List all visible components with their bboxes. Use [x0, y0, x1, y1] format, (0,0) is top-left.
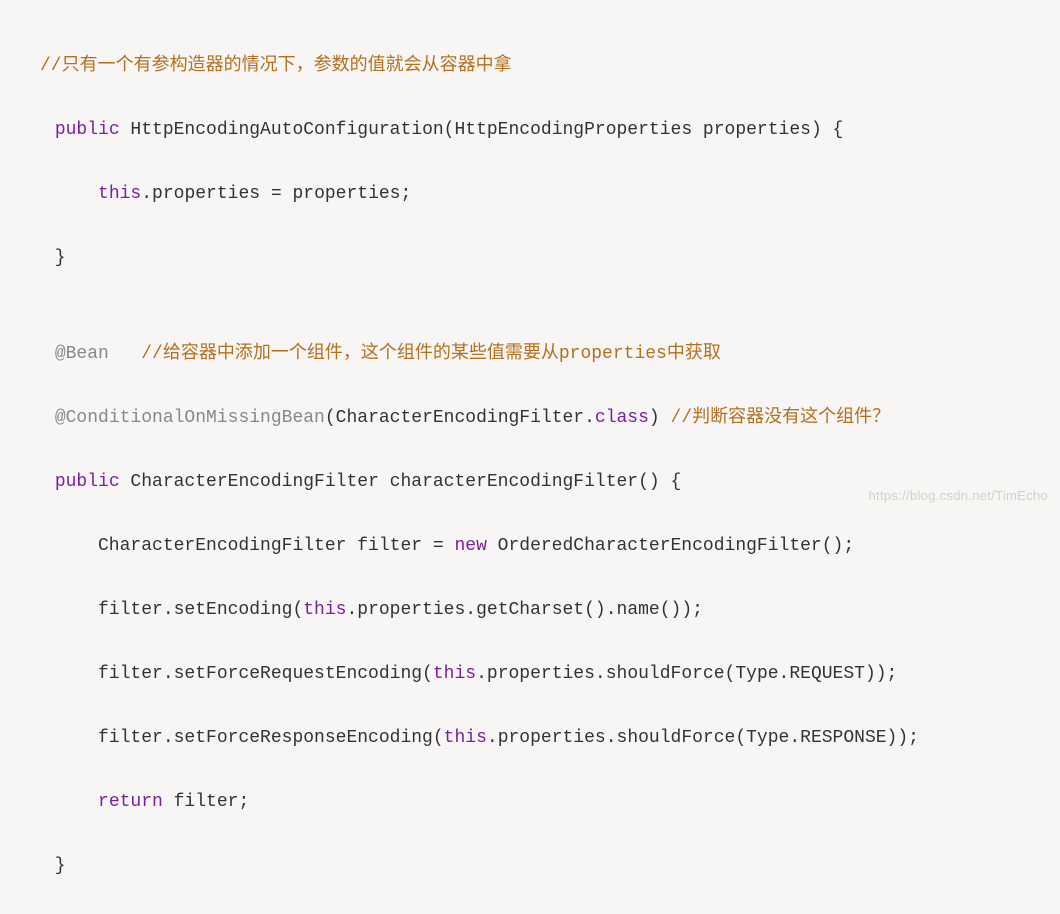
keyword: this [98, 184, 141, 204]
code-line: } [0, 850, 1060, 882]
keyword: return [98, 792, 163, 812]
code-line: CharacterEncodingFilter filter = new Ord… [0, 530, 1060, 562]
keyword: public [55, 472, 120, 492]
comment: //给容器中添加一个组件，这个组件的某些值需要从properties中获取 [141, 344, 721, 364]
keyword: class [595, 408, 649, 428]
code-line: return filter; [0, 786, 1060, 818]
watermark: https://blog.csdn.net/TimEcho [869, 488, 1048, 503]
code-line: @ConditionalOnMissingBean(CharacterEncod… [0, 402, 1060, 434]
code-line: filter.setForceResponseEncoding(this.pro… [0, 722, 1060, 754]
code-line: filter.setForceRequestEncoding(this.prop… [0, 658, 1060, 690]
code-line: public HttpEncodingAutoConfiguration(Htt… [0, 114, 1060, 146]
code-line: this.properties = properties; [0, 178, 1060, 210]
code-line: } [0, 242, 1060, 274]
keyword: this [303, 600, 346, 620]
annotation: @Bean [55, 344, 109, 364]
keyword: this [433, 664, 476, 684]
code-line: @Bean //给容器中添加一个组件，这个组件的某些值需要从properties… [0, 338, 1060, 370]
keyword: this [444, 728, 487, 748]
keyword: public [55, 120, 120, 140]
code-block: //只有一个有参构造器的情况下，参数的值就会从容器中拿 public HttpE… [0, 0, 1060, 914]
code-line: //只有一个有参构造器的情况下，参数的值就会从容器中拿 [0, 50, 1060, 82]
annotation: @ConditionalOnMissingBean [55, 408, 325, 428]
comment: //只有一个有参构造器的情况下，参数的值就会从容器中拿 [40, 56, 512, 76]
comment: //判断容器没有这个组件？ [671, 408, 891, 428]
keyword: new [454, 536, 486, 556]
code-line: filter.setEncoding(this.properties.getCh… [0, 594, 1060, 626]
